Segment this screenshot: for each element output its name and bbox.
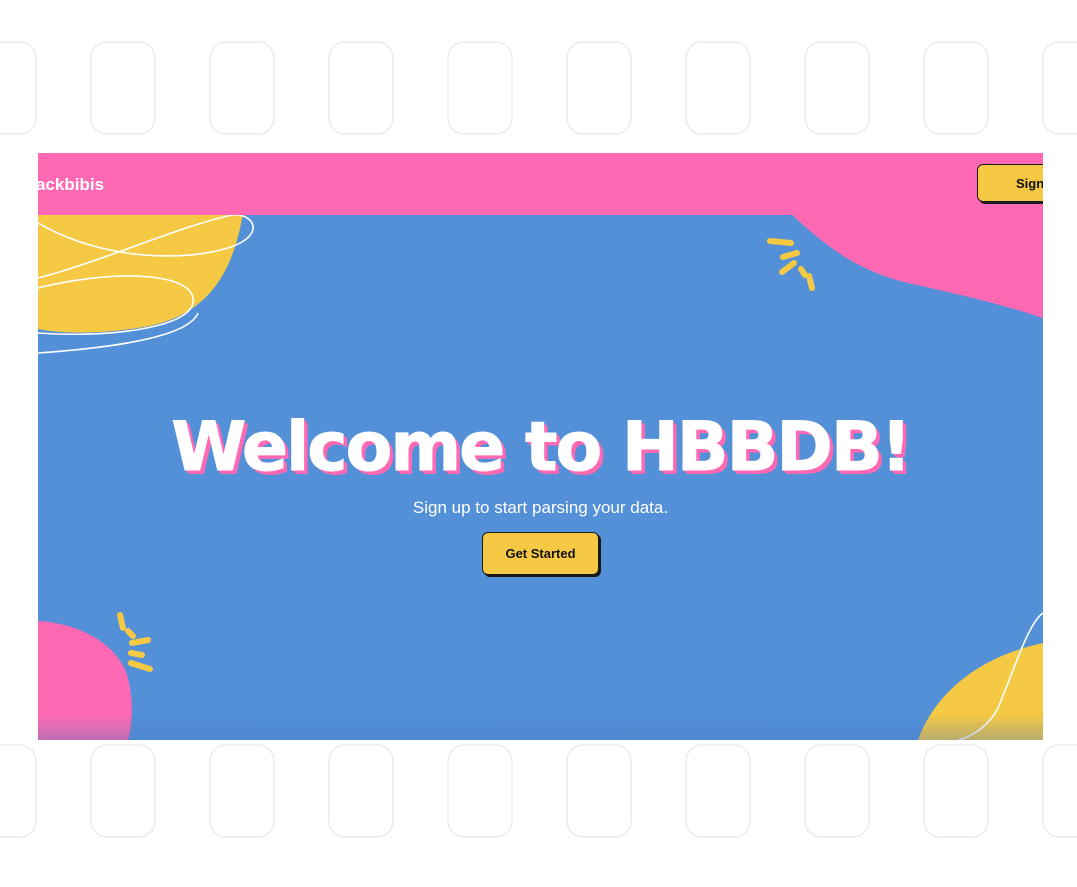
pink-blob-top-right <box>790 213 1043 318</box>
get-started-button[interactable]: Get Started <box>482 532 599 575</box>
brand-name[interactable]: ackbibis <box>38 175 104 195</box>
yellow-blob-top-left <box>38 213 243 333</box>
hero-subtitle: Sign up to start parsing your data. <box>412 498 669 517</box>
sign-up-button[interactable]: Sign <box>977 164 1043 202</box>
hero-section: Welcome to HBBDB! Sign up to start parsi… <box>38 408 1043 575</box>
hero-headline: Welcome to HBBDB! <box>171 408 912 488</box>
yellow-sparkle-top <box>767 238 815 291</box>
yellow-sparkle-bottom <box>117 612 153 672</box>
app-window: ackbibis Sign Welcome to HBBDB! Sign up … <box>38 153 1043 740</box>
top-navbar: ackbibis Sign <box>38 153 1043 215</box>
bottom-shadow <box>38 714 1043 740</box>
